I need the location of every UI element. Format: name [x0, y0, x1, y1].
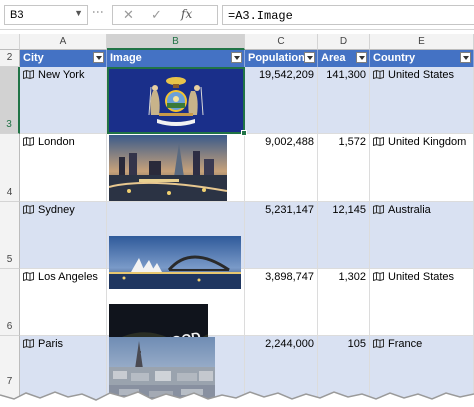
filter-dropdown-icon[interactable] — [304, 52, 315, 63]
cell-area[interactable]: 1,572 — [318, 134, 370, 202]
cell-population[interactable]: 5,231,147 — [245, 202, 318, 269]
cell-area[interactable]: 141,300 — [318, 67, 370, 134]
column-header-e[interactable]: E — [370, 34, 474, 50]
header-label: Country — [373, 52, 416, 64]
row-header-2[interactable]: 2 — [0, 50, 20, 67]
table-header-population: Population — [245, 50, 318, 67]
name-box-value: B3 — [10, 9, 24, 21]
cancel-icon[interactable]: ✕ — [123, 7, 134, 23]
map-icon — [23, 272, 34, 281]
row-header-5[interactable]: 5 — [0, 202, 20, 269]
function-icon[interactable]: fx — [181, 7, 192, 21]
city-name: Paris — [38, 338, 64, 350]
table-header-area: Area — [318, 50, 370, 67]
table-header-image: Image — [107, 50, 245, 67]
column-header-d[interactable]: D — [318, 34, 370, 50]
formula-bar: B3 ▼ ⋮ ✕ ✓ fx =A3.Image — [0, 0, 474, 30]
table-header-city: City — [20, 50, 107, 67]
map-icon — [373, 272, 384, 281]
city-name: Los Angeles — [38, 271, 98, 283]
cell-population[interactable]: 3,898,747 — [245, 269, 318, 336]
row-number: 2 — [6, 52, 13, 63]
map-icon — [373, 339, 384, 348]
spreadsheet-grid: A B C D E 2 City Image Population Area C… — [0, 34, 474, 407]
map-icon — [23, 205, 34, 214]
cell-city[interactable]: Sydney — [20, 202, 107, 269]
select-all-corner[interactable] — [0, 34, 20, 50]
header-label: Area — [321, 52, 346, 64]
new-york-flag-image — [109, 69, 243, 132]
country-name: United Kingdom — [388, 136, 467, 148]
header-label: Population — [248, 52, 305, 64]
grip-dots-icon: ⋮ — [91, 6, 105, 18]
enter-icon[interactable]: ✓ — [151, 7, 162, 23]
row-number: 3 — [6, 119, 12, 130]
cell-population[interactable]: 19,542,209 — [245, 67, 318, 134]
row-header-6[interactable]: 6 — [0, 269, 20, 336]
map-icon — [23, 339, 34, 348]
city-name: London — [38, 136, 75, 148]
city-name: Sydney — [38, 204, 75, 216]
filter-dropdown-icon[interactable] — [231, 52, 242, 63]
cell-area[interactable]: 12,145 — [318, 202, 370, 269]
cell-country[interactable]: United States — [370, 67, 474, 134]
filter-dropdown-icon[interactable] — [356, 52, 367, 63]
country-name: United States — [388, 69, 455, 81]
fill-handle[interactable] — [241, 130, 247, 136]
name-box[interactable]: B3 ▼ — [4, 5, 88, 25]
filter-dropdown-icon[interactable] — [93, 52, 104, 63]
table-header-country: Country — [370, 50, 474, 67]
cell-country[interactable]: United States — [370, 269, 474, 336]
map-icon — [373, 137, 384, 146]
cell-area[interactable]: 1,302 — [318, 269, 370, 336]
cell-city[interactable]: Los Angeles — [20, 269, 107, 336]
map-icon — [373, 205, 384, 214]
country-name: United States — [388, 271, 455, 283]
country-name: Australia — [388, 204, 431, 216]
column-header-c[interactable]: C — [245, 34, 318, 50]
cell-city[interactable]: New York — [20, 67, 107, 134]
header-label: Image — [110, 52, 142, 64]
london-skyline-image — [109, 135, 227, 201]
row-number: 6 — [6, 321, 13, 332]
row-number: 4 — [6, 187, 13, 198]
formula-input[interactable]: =A3.Image — [222, 5, 474, 25]
cell-population[interactable]: 9,002,488 — [245, 134, 318, 202]
map-icon — [23, 70, 34, 79]
formula-buttons: ✕ ✓ fx — [112, 5, 218, 25]
cell-city[interactable]: London — [20, 134, 107, 202]
chevron-down-icon[interactable]: ▼ — [74, 8, 83, 18]
filter-dropdown-icon[interactable] — [460, 52, 471, 63]
header-label: City — [23, 52, 44, 64]
row-number: 5 — [6, 254, 13, 265]
cell-country[interactable]: Australia — [370, 202, 474, 269]
torn-edge-decoration — [0, 391, 474, 407]
sydney-harbour-image — [109, 236, 241, 289]
map-icon — [23, 137, 34, 146]
row-header-4[interactable]: 4 — [0, 134, 20, 202]
column-header-b[interactable]: B — [107, 34, 245, 50]
row-header-3[interactable]: 3 — [0, 67, 20, 134]
column-header-a[interactable]: A — [20, 34, 107, 50]
country-name: France — [388, 338, 423, 350]
cell-country[interactable]: United Kingdom — [370, 134, 474, 202]
map-icon — [373, 70, 384, 79]
city-name: New York — [38, 69, 85, 81]
